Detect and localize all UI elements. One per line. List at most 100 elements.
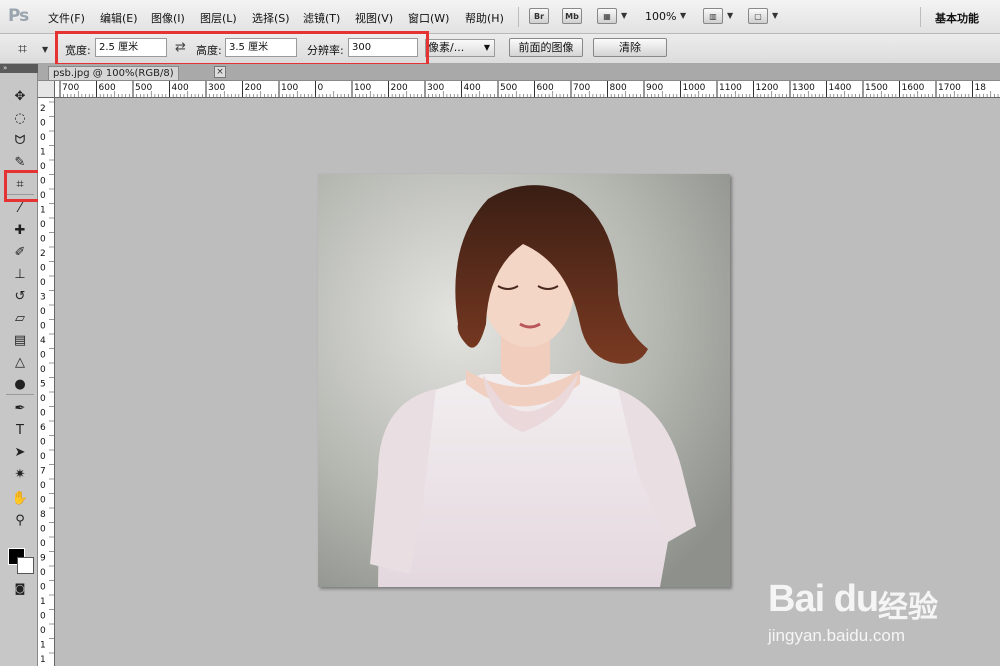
ruler-label: 3 (40, 293, 46, 303)
ruler-label: 500 (500, 83, 517, 93)
ruler-label: 7 (40, 467, 46, 477)
ruler-label: 0 (40, 539, 46, 549)
quick-select-tool-icon[interactable]: ✎ (9, 154, 31, 172)
front-image-button[interactable]: 前面的图像 (509, 38, 583, 57)
photoshop-logo: Ps (8, 6, 29, 26)
ruler-label: 1 (40, 597, 46, 607)
menu-view[interactable]: 视图(V) (355, 10, 393, 26)
gradient-tool-icon[interactable]: ▤ (9, 332, 31, 350)
menu-image[interactable]: 图像(I) (151, 10, 185, 26)
ruler-label: 0 (40, 278, 46, 288)
height-field[interactable]: 3.5 厘米 (225, 38, 297, 57)
menu-filter[interactable]: 滤镜(T) (303, 10, 340, 26)
document-tab[interactable]: psb.jpg @ 100%(RGB/8) (48, 66, 179, 80)
resolution-unit-select[interactable]: 像素/... ▼ (425, 39, 495, 57)
ruler-label: 0 (40, 177, 46, 187)
healing-brush-tool-icon[interactable]: ✚ (9, 222, 31, 240)
ruler-label: 0 (40, 307, 46, 317)
workspace-switcher[interactable]: 基本功能 (935, 10, 979, 26)
menu-file[interactable]: 文件(F) (48, 10, 85, 26)
ruler-label: 0 (40, 133, 46, 143)
ruler-label: 0 (40, 264, 46, 274)
zoom-level[interactable]: 100% (645, 10, 676, 23)
ruler-label: 0 (40, 365, 46, 375)
ruler-origin[interactable] (38, 81, 55, 98)
close-icon[interactable]: × (214, 66, 226, 78)
zoom-tool-icon[interactable]: ⚲ (9, 512, 31, 530)
menu-select[interactable]: 选择(S) (252, 10, 290, 26)
menu-window[interactable]: 窗口(W) (408, 10, 449, 26)
swap-dimensions-icon[interactable]: ⇄ (175, 40, 186, 55)
eraser-tool-icon[interactable]: ▱ (9, 310, 31, 328)
chevron-down-icon[interactable]: ▼ (42, 45, 48, 54)
chevron-down-icon[interactable]: ▼ (621, 11, 627, 20)
ruler-label: 1000 (683, 83, 706, 93)
toolbox-collapse-handle[interactable]: » (0, 64, 38, 73)
ruler-label: 2 (40, 104, 46, 114)
vertical-ruler-ticks: 2 0 0 1 0 0 0 1 0 0 2 0 0 3 0 0 4 0 0 5 0 0 6 0 0 7 0 0 8 0 0 9 0 0 1 0 0 1 1 (40, 101, 54, 665)
crop-preset-icon[interactable]: ⌗ (18, 39, 27, 59)
ruler-label: 600 (537, 83, 554, 93)
vertical-ruler[interactable]: 2 0 0 1 0 0 0 1 0 0 2 0 0 3 0 0 4 0 0 5 0 0 6 0 0 7 0 0 8 0 0 9 0 0 1 0 0 1 1 (38, 98, 55, 666)
bridge-button[interactable]: Br (529, 8, 549, 24)
ruler-label: 0 (40, 496, 46, 506)
menu-help[interactable]: 帮助(H) (465, 10, 504, 26)
ruler-label: 1700 (938, 83, 961, 93)
pen-tool-icon[interactable]: ✒ (9, 400, 31, 418)
ruler-label: 1200 (756, 83, 779, 93)
chevron-down-icon[interactable]: ▼ (680, 11, 686, 20)
baidu-jingyan-watermark: Bai du 经验 jingyan.baidu.com (760, 560, 1000, 666)
chevron-down-icon: ▼ (483, 43, 490, 52)
horizontal-ruler[interactable]: 700 600 500 400 300 200 100 0 100 200 300 400 500 600… (55, 81, 1000, 98)
ruler-label: 6 (40, 423, 46, 433)
width-field[interactable]: 2.5 厘米 (95, 38, 167, 57)
marquee-tool-icon[interactable]: ◌ (9, 110, 31, 128)
document-image[interactable] (318, 174, 730, 587)
quick-mask-icon[interactable]: ◙ (9, 580, 31, 598)
ruler-label: 0 (40, 351, 46, 361)
ruler-label: 300 (208, 83, 225, 93)
hand-tool-icon[interactable]: ✋ (9, 490, 31, 508)
watermark-url: jingyan.baidu.com (768, 626, 906, 645)
shape-tool-icon[interactable]: ✷ (9, 466, 31, 484)
horizontal-ruler-ticks: 700 600 500 400 300 200 100 0 100 200 300 400 500 600… (59, 81, 999, 97)
arrange-documents-button[interactable]: ▥ (703, 8, 723, 24)
ruler-label: 1300 (792, 83, 815, 93)
ruler-label: 18 (975, 83, 987, 93)
view-extras-button[interactable]: ▦ (597, 8, 617, 24)
ruler-label: 2 (40, 249, 46, 259)
ruler-label: 0 (40, 162, 46, 172)
eyedropper-tool-icon[interactable]: ⁄ (9, 200, 31, 218)
history-brush-tool-icon[interactable]: ↺ (9, 288, 31, 306)
background-color-swatch[interactable] (17, 557, 34, 574)
ruler-label: 400 (172, 83, 189, 93)
toolbox-separator (6, 194, 34, 195)
blur-tool-icon[interactable]: △ (9, 354, 31, 372)
clone-stamp-tool-icon[interactable]: ⊥ (9, 266, 31, 284)
brush-tool-icon[interactable]: ✐ (9, 244, 31, 262)
minibridge-button[interactable]: Mb (562, 8, 582, 24)
clear-button[interactable]: 清除 (593, 38, 667, 57)
ruler-label: 1500 (865, 83, 888, 93)
resolution-unit-value: 像素/... (428, 41, 465, 54)
lasso-tool-icon[interactable]: ᗢ (9, 132, 31, 150)
ruler-label: 1 (40, 641, 46, 651)
chevron-down-icon[interactable]: ▼ (772, 11, 778, 20)
type-tool-icon[interactable]: T (9, 422, 31, 440)
path-select-tool-icon[interactable]: ➤ (9, 444, 31, 462)
ruler-label: 1600 (902, 83, 925, 93)
chevron-down-icon[interactable]: ▼ (727, 11, 733, 20)
ruler-label: 5 (40, 380, 46, 390)
menu-layer[interactable]: 图层(L) (200, 10, 237, 26)
ruler-label: 0 (40, 220, 46, 230)
ruler-label: 0 (40, 452, 46, 462)
dodge-tool-icon[interactable]: ● (9, 376, 31, 394)
move-tool-icon[interactable]: ✥ (9, 88, 31, 106)
ruler-label: 9 (40, 554, 46, 564)
crop-tool-icon[interactable]: ⌗ (9, 176, 31, 194)
menu-edit[interactable]: 编辑(E) (100, 10, 138, 26)
ruler-label: 0 (40, 119, 46, 129)
resolution-field[interactable]: 300 (348, 38, 418, 57)
screen-mode-button[interactable]: ▢ (748, 8, 768, 24)
ruler-label: 200 (391, 83, 408, 93)
